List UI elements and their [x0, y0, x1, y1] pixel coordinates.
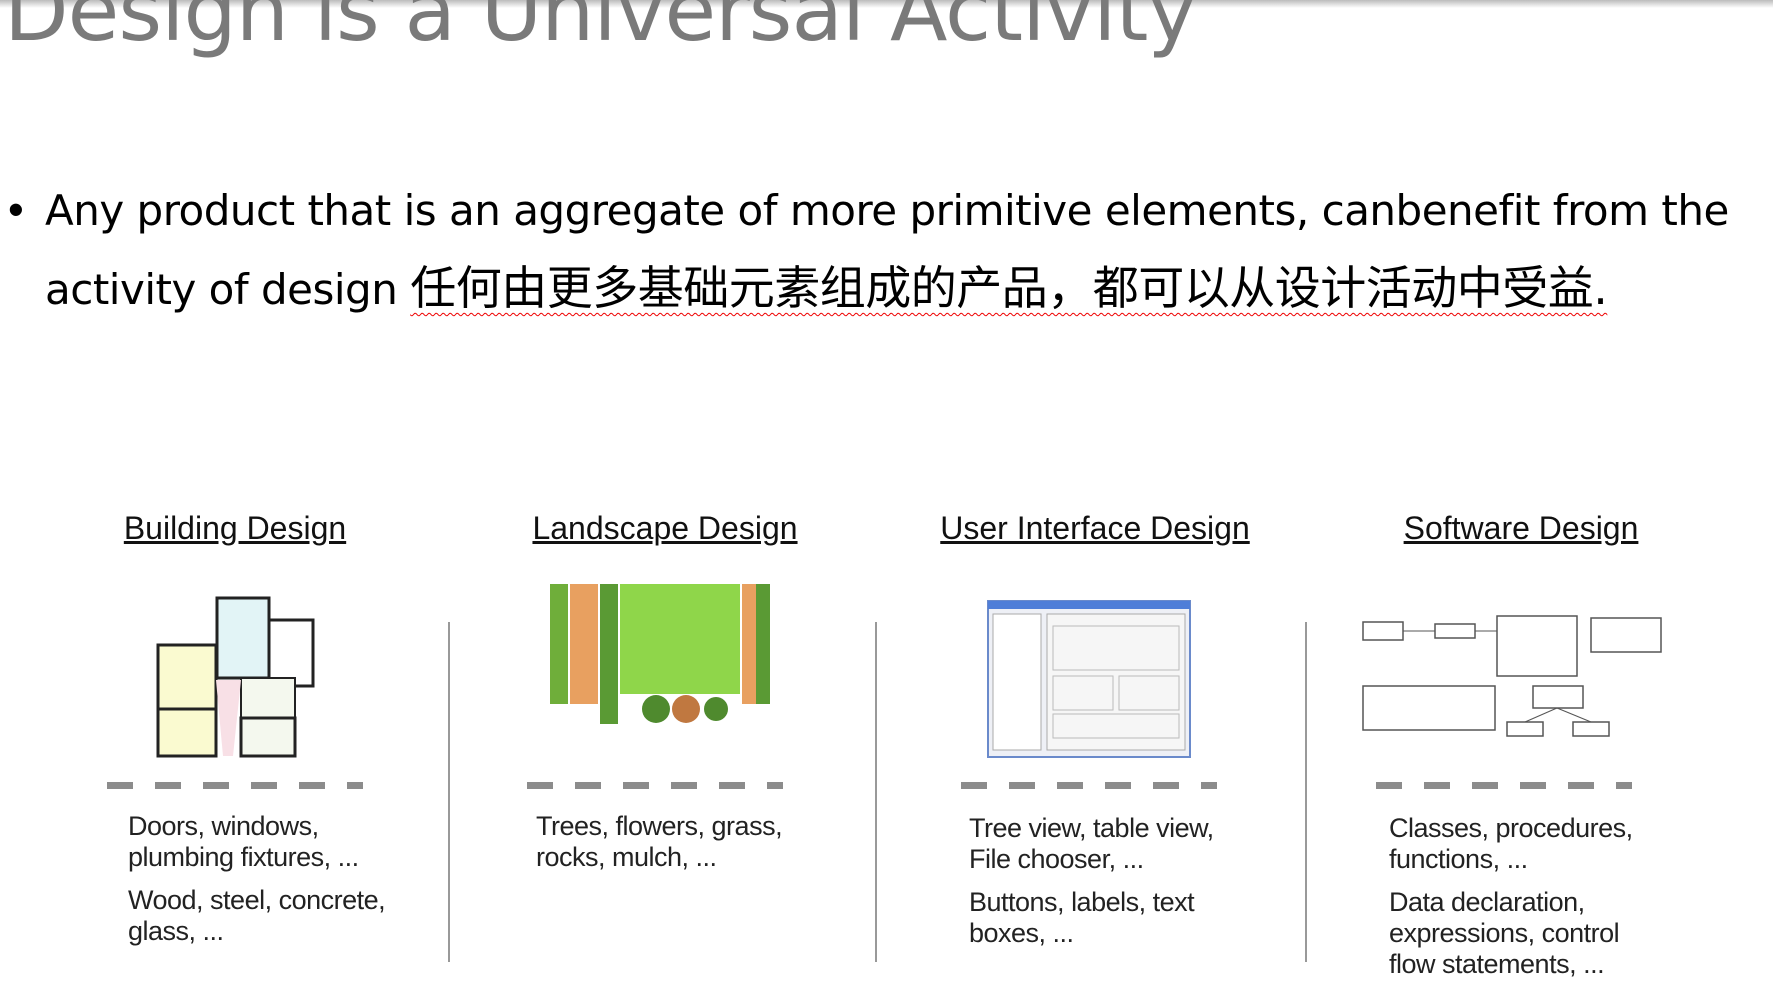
column-divider	[448, 622, 450, 962]
desc-item: Tree view, table view, File chooser, ...	[969, 813, 1214, 874]
heading-landscape-design: Landscape Design	[532, 510, 798, 546]
slide-title: Design is a Universal Activity	[4, 0, 1197, 60]
ui-desc: Tree view, table view, File chooser, ...…	[969, 813, 1249, 961]
desc-item: Classes, procedures, functions, ...	[1389, 813, 1633, 874]
desc-item: Trees, flowers, grass, rocks, mulch, ...	[536, 811, 783, 872]
ui-dialog-image	[987, 600, 1191, 758]
heading-ui-design: User Interface Design	[940, 510, 1250, 546]
landscape-plan-image	[546, 584, 776, 742]
desc-item: Data declaration, expressions, control f…	[1389, 887, 1620, 979]
bullet-marker: •	[8, 184, 24, 235]
desc-item: Doors, windows, plumbing fixtures, ...	[128, 811, 359, 872]
heading-building-design: Building Design	[123, 510, 347, 546]
landscape-desc: Trees, flowers, grass, rocks, mulch, ...	[536, 811, 816, 885]
desc-item: Buttons, labels, text boxes, ...	[969, 887, 1195, 948]
heading-software-design: Software Design	[1403, 510, 1639, 546]
building-desc: Doors, windows, plumbing fixtures, ... W…	[128, 811, 428, 959]
bullet-text-line2: activity of design 任何由更多基础元素组成的产品，都可以从设计…	[45, 252, 1608, 318]
bullet-text-cn: 任何由更多基础元素组成的产品，都可以从设计活动中受益.	[410, 261, 1608, 315]
uml-diagram-image	[1362, 615, 1662, 737]
desc-item: Wood, steel, concrete, glass, ...	[128, 885, 386, 946]
software-desc: Classes, procedures, functions, ... Data…	[1389, 813, 1659, 992]
bullet-text-line1: Any product that is an aggregate of more…	[45, 186, 1729, 235]
column-divider	[875, 622, 877, 962]
separator-dashes-3	[961, 782, 1217, 789]
bullet-text-en: activity of design	[45, 265, 411, 314]
column-divider	[1305, 622, 1307, 962]
separator-dashes-1	[107, 782, 363, 789]
floor-plan-image	[156, 596, 315, 758]
separator-dashes-2	[527, 782, 783, 789]
separator-dashes-4	[1376, 782, 1632, 789]
